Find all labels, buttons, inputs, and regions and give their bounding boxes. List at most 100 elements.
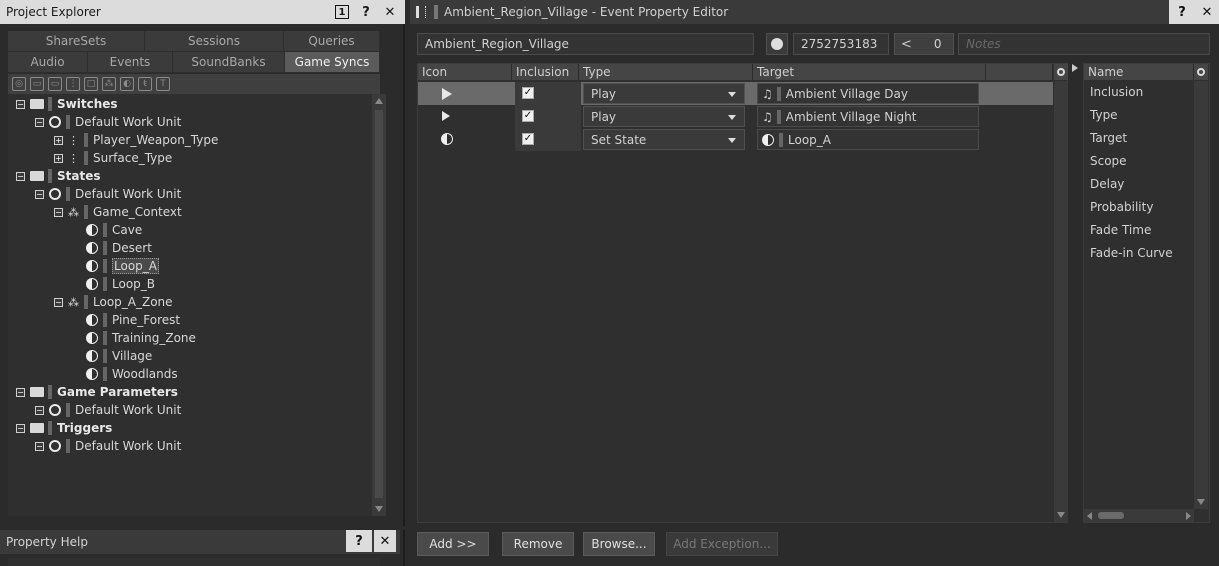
- expand-icon[interactable]: +: [54, 135, 63, 145]
- list-item[interactable]: Target: [1085, 126, 1195, 149]
- tab-sessions[interactable]: Sessions: [145, 31, 284, 52]
- type-dropdown[interactable]: Play: [583, 83, 745, 104]
- help-icon[interactable]: ?: [1169, 0, 1195, 24]
- color-palette-icon[interactable]: [766, 33, 788, 55]
- tree-item[interactable]: + ⋮ Player_Weapon_Type: [54, 131, 218, 149]
- col-header-name[interactable]: Name: [1084, 64, 1194, 80]
- tree-item[interactable]: Pine_Forest: [86, 311, 180, 329]
- tree-item[interactable]: − Default Work Unit: [35, 401, 181, 419]
- collapse-icon[interactable]: −: [16, 171, 25, 181]
- list-item[interactable]: Delay: [1085, 172, 1195, 195]
- remove-button[interactable]: Remove: [502, 532, 574, 556]
- tree-item[interactable]: − Game Parameters: [16, 383, 178, 401]
- tab-soundbanks[interactable]: SoundBanks: [173, 52, 285, 73]
- browse-button[interactable]: Browse...: [583, 532, 655, 556]
- collapse-icon[interactable]: −: [16, 387, 25, 397]
- editor-titlebar[interactable]: Ambient_Region_Village - Event Property …: [410, 0, 1219, 24]
- game-parameter-icon[interactable]: ŧ: [138, 77, 152, 91]
- tree-item[interactable]: − Switches: [16, 95, 118, 113]
- table-row[interactable]: ✓ Set State Loop_A: [418, 128, 1053, 151]
- tree-item[interactable]: Loop_B: [86, 275, 155, 293]
- add-exception-button[interactable]: Add Exception...: [666, 532, 778, 556]
- search-icon[interactable]: [1054, 64, 1068, 80]
- type-dropdown[interactable]: Play: [583, 106, 745, 127]
- search-icon[interactable]: [1194, 64, 1208, 80]
- tree-item[interactable]: − Default Work Unit: [35, 113, 181, 131]
- box-icon[interactable]: □: [84, 77, 98, 91]
- share-button[interactable]: < 0: [894, 33, 954, 55]
- tab-events[interactable]: Events: [88, 52, 173, 73]
- project-explorer-titlebar[interactable]: Project Explorer 1 ? ✕: [0, 0, 405, 24]
- target-field[interactable]: ♫ Ambient Village Day: [757, 83, 979, 104]
- tree-item[interactable]: − Default Work Unit: [35, 437, 181, 455]
- tree-item[interactable]: − Default Work Unit: [35, 185, 181, 203]
- help-icon[interactable]: ?: [355, 1, 377, 23]
- state-group-icon[interactable]: ⁂: [102, 77, 116, 91]
- collapse-icon[interactable]: −: [35, 189, 44, 199]
- list-item[interactable]: Fade-in Curve: [1085, 241, 1195, 264]
- layout-1-icon[interactable]: 1: [331, 1, 353, 23]
- tree-item[interactable]: − ⁂ Game_Context: [54, 203, 182, 221]
- list-item[interactable]: Scope: [1085, 149, 1195, 172]
- list-item[interactable]: Fade Time: [1085, 218, 1195, 241]
- tab-audio[interactable]: Audio: [8, 52, 88, 73]
- notes-field[interactable]: Notes: [958, 33, 1210, 55]
- tree-item[interactable]: − Triggers: [16, 419, 112, 437]
- collapse-icon[interactable]: −: [54, 207, 63, 217]
- grid-scrollbar[interactable]: [1054, 81, 1068, 522]
- inclusion-checkbox[interactable]: ✓: [522, 110, 534, 122]
- collapse-icon[interactable]: −: [16, 423, 25, 433]
- tab-game-syncs[interactable]: Game Syncs: [285, 52, 380, 73]
- event-id-field[interactable]: 2752753183: [793, 33, 889, 55]
- col-header-target[interactable]: Target: [753, 64, 986, 80]
- list-item[interactable]: Type: [1085, 103, 1195, 126]
- collapse-icon[interactable]: −: [35, 405, 44, 415]
- list-item[interactable]: Inclusion: [1085, 80, 1195, 103]
- close-icon[interactable]: ✕: [374, 530, 396, 552]
- tree-item[interactable]: Training_Zone: [86, 329, 196, 347]
- tree-item[interactable]: + ⋮ Surface_Type: [54, 149, 172, 167]
- tree-scrollbar[interactable]: [372, 94, 386, 516]
- tree-item[interactable]: Village: [86, 347, 152, 365]
- close-icon[interactable]: ✕: [1195, 0, 1219, 24]
- collapse-icon[interactable]: −: [16, 99, 25, 109]
- switch-group-icon[interactable]: ⋮: [66, 77, 80, 91]
- inclusion-checkbox[interactable]: ✓: [522, 133, 534, 145]
- state-icon[interactable]: ◐: [120, 77, 134, 91]
- help-icon[interactable]: ?: [346, 530, 372, 552]
- workunit-icon: [49, 116, 61, 128]
- tab-queries[interactable]: Queries: [284, 31, 380, 52]
- target-field[interactable]: ♫ Ambient Village Night: [757, 106, 979, 127]
- folder-icon[interactable]: ▭: [48, 77, 62, 91]
- folder-icon[interactable]: ▭: [30, 77, 44, 91]
- list-item[interactable]: Probability: [1085, 195, 1195, 218]
- tree-item[interactable]: Desert: [86, 239, 152, 257]
- col-header-icon[interactable]: Icon: [418, 64, 512, 80]
- tab-sharesets[interactable]: ShareSets: [8, 31, 145, 52]
- property-help-titlebar[interactable]: Property Help ? ✕: [0, 530, 400, 554]
- col-header-inclusion[interactable]: Inclusion: [512, 64, 579, 80]
- tree-item[interactable]: − ⁂ Loop_A_Zone: [54, 293, 173, 311]
- close-icon[interactable]: ✕: [379, 1, 401, 23]
- inclusion-checkbox[interactable]: ✓: [522, 87, 534, 99]
- trigger-icon[interactable]: T: [156, 77, 170, 91]
- property-list-hscrollbar[interactable]: [1084, 509, 1194, 522]
- table-row[interactable]: ✓ Play ♫ Ambient Village Night: [418, 105, 1053, 128]
- workunit-icon[interactable]: ◎: [12, 77, 26, 91]
- expand-icon[interactable]: +: [54, 153, 63, 163]
- collapse-icon[interactable]: −: [35, 117, 44, 127]
- add-button[interactable]: Add >>: [417, 532, 489, 556]
- col-header-type[interactable]: Type: [579, 64, 753, 80]
- collapse-icon[interactable]: −: [35, 441, 44, 451]
- tree-item[interactable]: Woodlands: [86, 365, 178, 383]
- type-dropdown[interactable]: Set State: [583, 129, 745, 150]
- event-name-field[interactable]: Ambient_Region_Village: [417, 33, 754, 55]
- expand-arrow-icon[interactable]: [1072, 64, 1078, 72]
- tree-item[interactable]: − States: [16, 167, 101, 185]
- table-row[interactable]: ✓ Play ♫ Ambient Village Day: [418, 82, 1053, 105]
- tree-item[interactable]: Loop_A: [86, 257, 159, 275]
- tree-item[interactable]: Cave: [86, 221, 142, 239]
- target-field[interactable]: Loop_A: [757, 129, 979, 150]
- collapse-icon[interactable]: −: [54, 297, 63, 307]
- property-list-scrollbar[interactable]: [1194, 81, 1208, 509]
